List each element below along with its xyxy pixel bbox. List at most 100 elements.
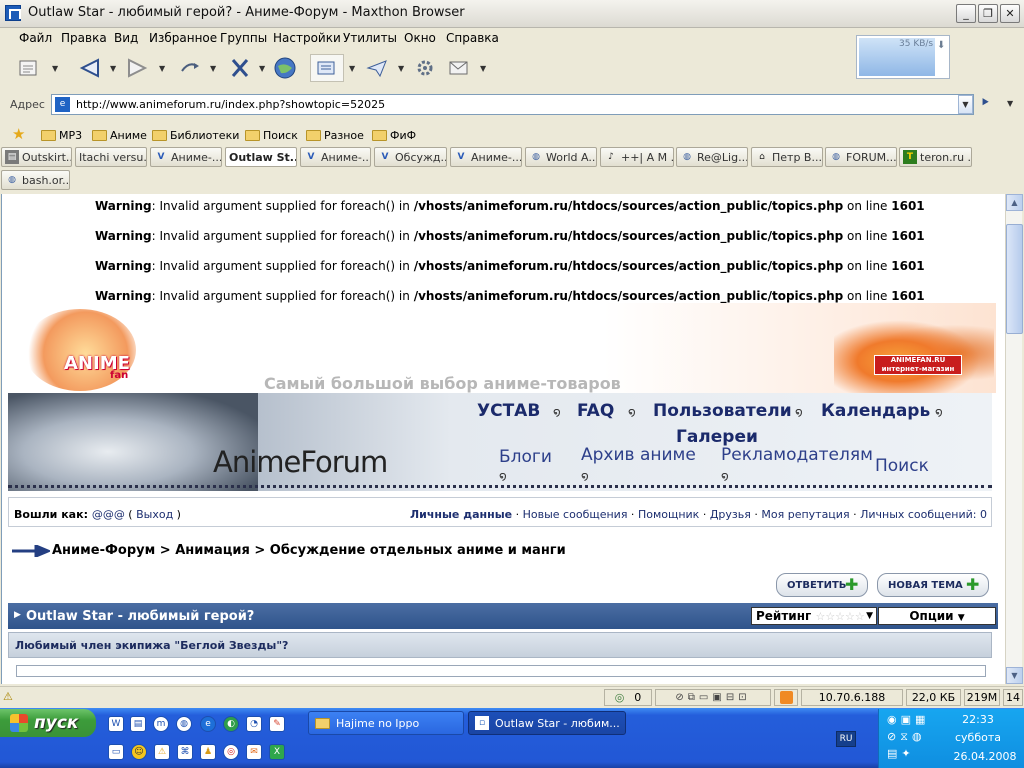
maxthon-app-icon[interactable] [5, 5, 21, 21]
scroll-up-button[interactable]: ▲ [1006, 194, 1023, 211]
nav-faq[interactable]: FAQ [577, 401, 614, 421]
scroll-thumb[interactable] [1006, 224, 1023, 334]
mail-dropdown-icon[interactable]: ▼ [480, 64, 488, 73]
nav-archive[interactable]: Архив аниме [581, 445, 696, 465]
quicklaunch-chat-icon[interactable]: ◔ [246, 716, 262, 732]
rating-dropdown[interactable]: Рейтинг ☆☆☆☆☆ ▼ [751, 607, 877, 625]
tab-teron[interactable]: Tteron.ru ... [899, 147, 972, 167]
stop-dropdown-icon[interactable]: ▼ [259, 64, 267, 73]
address-dropdown-icon[interactable]: ▼ [958, 95, 973, 114]
mail-icon[interactable] [444, 54, 474, 82]
send-icon[interactable] [362, 54, 392, 82]
popup-blocker-counter[interactable]: ◎ 0 [604, 689, 652, 706]
quicklaunch-smile-icon[interactable]: ☺ [131, 744, 147, 760]
quicklaunch-earth-icon[interactable]: ◐ [223, 716, 239, 732]
menu-edit[interactable]: Правка [61, 31, 107, 45]
close-button[interactable]: ✕ [1000, 4, 1020, 23]
new-page-dropdown-icon[interactable]: ▼ [52, 64, 60, 73]
menu-window[interactable]: Окно [404, 31, 436, 45]
fav-folder-mp3[interactable]: MP3 [41, 127, 82, 143]
menu-favorites[interactable]: Избранное [149, 31, 217, 45]
breadcrumb-discussion[interactable]: Обсуждение отдельных аниме и манги [270, 543, 566, 558]
rss-icon[interactable] [774, 689, 798, 706]
tab-anime-forum-1[interactable]: V Аниме-... [150, 147, 222, 167]
new-posts-link[interactable]: Новые сообщения [523, 508, 628, 521]
quicklaunch-doc-icon[interactable]: ▤ [130, 716, 146, 732]
breadcrumb-home[interactable]: Аниме-Форум [52, 543, 155, 558]
menu-settings[interactable]: Настройки [273, 31, 341, 45]
options-dropdown[interactable]: Опции ▼ [878, 607, 996, 625]
nav-users[interactable]: Пользователи [653, 401, 792, 421]
language-indicator[interactable]: RU [836, 731, 856, 747]
breadcrumb-animation[interactable]: Анимация [175, 543, 250, 558]
tab-outskirts[interactable]: ▤ Outskirt... [1, 147, 72, 167]
tray-icons-row2[interactable]: ⊘⧖◍ [887, 730, 926, 744]
quicklaunch-monitor-icon[interactable]: ▭ [108, 744, 124, 760]
favorites-star-icon[interactable]: ★ [12, 125, 25, 143]
taskbar-window-outlaw-star[interactable]: ▫ Outlaw Star - любим... [468, 711, 626, 735]
quicklaunch-people-icon[interactable]: ♟ [200, 744, 216, 760]
quicklaunch-warning-icon[interactable]: ⚠ [154, 744, 170, 760]
fav-folder-search[interactable]: Поиск [245, 127, 298, 143]
quicklaunch-word-icon[interactable]: W [108, 716, 124, 732]
fav-folder-fif[interactable]: ФиФ [372, 127, 416, 143]
tab-world-art[interactable]: ◍ World A... [525, 147, 597, 167]
quicklaunch-tool-icon[interactable]: ✎ [269, 716, 285, 732]
forward-dropdown-icon[interactable]: ▼ [159, 64, 167, 73]
tab-outlaw-star[interactable]: Outlaw St... [225, 147, 297, 167]
send-dropdown-icon[interactable]: ▼ [398, 64, 406, 73]
back-dropdown-icon[interactable]: ▼ [110, 64, 118, 73]
favorites-icon[interactable] [310, 54, 344, 82]
favorites-dropdown-icon[interactable]: ▼ [349, 64, 357, 73]
nav-search[interactable]: Поиск [875, 456, 929, 476]
tab-anime-forum-2[interactable]: V Аниме-... [300, 147, 371, 167]
address-input[interactable]: e http://www.animeforum.ru/index.php?sho… [51, 94, 974, 115]
quicklaunch-x-icon[interactable]: X [269, 744, 285, 760]
collapse-arrow-icon[interactable]: ▶ [14, 610, 21, 620]
quicklaunch-globe-icon[interactable]: ◍ [176, 716, 192, 732]
new-page-icon[interactable] [14, 54, 44, 82]
clock-time[interactable]: 22:33 [949, 713, 1007, 726]
nav-rules[interactable]: УСТАВ [477, 401, 540, 421]
stop-icon[interactable] [224, 54, 256, 82]
menu-file[interactable]: Файл [19, 31, 52, 45]
go-icon[interactable]: ⯈ [980, 96, 998, 113]
quicklaunch-target-icon[interactable]: ◎ [223, 744, 239, 760]
tab-itachi[interactable]: Itachi versu... [75, 147, 147, 167]
taskbar-window-hajime[interactable]: Hajime no Ippo [308, 711, 464, 735]
friends-link[interactable]: Друзья [710, 508, 751, 521]
scroll-down-button[interactable]: ▼ [1006, 667, 1023, 684]
status-tool-icons[interactable]: ⊘⧉▭▣⊟⊡ [655, 689, 771, 706]
assistant-link[interactable]: Помощник [638, 508, 699, 521]
tools-icon[interactable] [410, 54, 440, 82]
quicklaunch-ie-icon[interactable]: e [200, 716, 216, 732]
username-link[interactable]: @@@ [92, 508, 125, 521]
restore-button[interactable]: ❐ [978, 4, 998, 23]
nav-advertisers[interactable]: Рекламодателям [721, 445, 873, 465]
menu-utilities[interactable]: Утилиты [343, 31, 397, 45]
start-button[interactable]: пуск [0, 709, 96, 737]
tray-icons-row1[interactable]: ◉▣▦ [887, 713, 929, 726]
tab-realig[interactable]: ◍ Re@Lig... [676, 147, 748, 167]
tab-discussion[interactable]: V Обсужд... [374, 147, 447, 167]
nav-blogs[interactable]: Блоги [499, 447, 552, 467]
quicklaunch-m-icon[interactable]: m [153, 716, 169, 732]
nav-galleries[interactable]: Галереи [676, 427, 758, 447]
minimize-button[interactable]: _ [956, 4, 976, 23]
profile-link[interactable]: Личные данные [410, 508, 512, 521]
quicklaunch-mail-icon[interactable]: ✉ [246, 744, 262, 760]
fav-folder-libraries[interactable]: Библиотеки [152, 127, 239, 143]
quicklaunch-network-icon[interactable]: ⌘ [177, 744, 193, 760]
menu-groups[interactable]: Группы [220, 31, 267, 45]
nav-calendar[interactable]: Календарь [821, 401, 930, 421]
ad-banner[interactable]: ANIME fan Самый большой выбор аниме-това… [14, 303, 996, 393]
refresh-icon[interactable] [174, 54, 206, 82]
fav-folder-anime[interactable]: Аниме [92, 127, 147, 143]
vertical-scrollbar[interactable]: ▲ ▼ [1005, 194, 1023, 684]
address-url[interactable]: http://www.animeforum.ru/index.php?showt… [76, 98, 385, 111]
menu-view[interactable]: Вид [114, 31, 138, 45]
forward-icon[interactable] [122, 54, 154, 82]
shop-badge[interactable]: ANIMEFAN.RU интернет-магазин [874, 355, 962, 375]
forum-logo-title[interactable]: AnimeForum [213, 445, 388, 479]
logout-link[interactable]: Выход [136, 508, 173, 521]
